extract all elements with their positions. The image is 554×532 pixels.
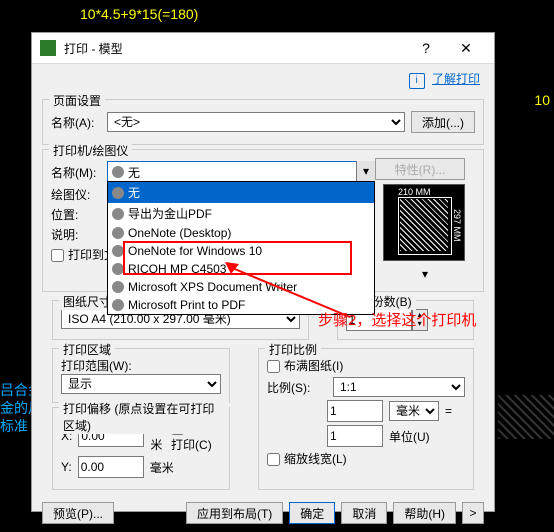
printer-option[interactable]: Microsoft Print to PDF: [108, 296, 374, 314]
y-label: Y:: [61, 460, 72, 474]
preview-height: 297 MM: [452, 209, 462, 242]
preview-width: 210 MM: [398, 187, 431, 197]
info-icon: i: [409, 73, 425, 89]
printer-icon: [112, 245, 124, 257]
chevron-down-icon[interactable]: ▾: [356, 161, 375, 181]
bg-t3: 标准: [0, 416, 28, 436]
preview-button[interactable]: 预览(P)...: [42, 502, 114, 524]
scale-lineweight[interactable]: 缩放线宽(L): [267, 452, 347, 466]
range-label: 打印范围(W):: [61, 357, 221, 374]
y-unit: 毫米: [150, 459, 174, 476]
location-label: 位置:: [51, 206, 101, 223]
cancel-button[interactable]: 取消: [341, 502, 387, 524]
scale-group: 打印比例 布满图纸(I) 比例(S):1:1 毫米= 单位(U) 缩放线宽(L): [258, 348, 474, 490]
expand-button[interactable]: >: [462, 502, 484, 524]
help-button[interactable]: ?: [406, 34, 446, 62]
printer-icon: [112, 208, 124, 220]
page-setup-title: 页面设置: [49, 92, 105, 109]
printer-option[interactable]: 导出为金山PDF: [108, 203, 374, 224]
bg-hatch: [498, 395, 554, 439]
printer-option[interactable]: OneNote for Windows 10: [108, 242, 374, 260]
offset-title: 打印偏移 (原点设置在可打印区域): [59, 400, 229, 434]
printer-select[interactable]: 无 ▾ 无 导出为金山PDF OneNote (Desktop) OneNote…: [107, 161, 375, 183]
help-button-bottom[interactable]: 帮助(H): [393, 502, 456, 524]
print-range-select[interactable]: 显示: [61, 374, 221, 394]
print-area-group: 打印区域 打印范围(W): 显示: [52, 348, 230, 403]
unit2: 单位(U): [389, 428, 430, 445]
offset-group: 打印偏移 (原点设置在可打印区域) X: 毫米 居中打印(C) Y: 毫米: [52, 407, 230, 490]
page-name-select[interactable]: <无>: [107, 112, 405, 132]
button-bar: 预览(P)... 应用到布局(T) 确定 取消 帮助(H) >: [32, 494, 494, 532]
ok-button[interactable]: 确定: [289, 502, 335, 524]
equals: =: [445, 404, 452, 418]
chevron-down-icon[interactable]: ▾: [422, 267, 428, 281]
ratio-select[interactable]: 1:1: [333, 377, 465, 397]
printer-icon: [112, 227, 124, 239]
app-icon: [40, 40, 56, 56]
page-setup-group: 页面设置 名称(A): <无> 添加(...): [42, 99, 484, 145]
close-button[interactable]: ✕: [446, 34, 486, 62]
printer-group: 打印机/绘图仪 名称(M): 无 ▾ 无 导出为金山PDF OneNote (D…: [42, 149, 484, 292]
plotter-label: 绘图仪:: [51, 186, 101, 203]
printer-option[interactable]: OneNote (Desktop): [108, 224, 374, 242]
bg-num: 10: [534, 92, 550, 108]
bg-formula: 10*4.5+9*15(=180): [80, 6, 198, 22]
printer-option[interactable]: Microsoft XPS Document Writer: [108, 278, 374, 296]
printer-icon: [112, 187, 124, 199]
print-dialog: 打印 - 模型 ? ✕ i 了解打印 页面设置 名称(A): <无> 添加(..…: [31, 32, 495, 512]
printer-option[interactable]: 无: [108, 182, 374, 203]
apply-button[interactable]: 应用到布局(T): [186, 502, 283, 524]
printer-selected: 无: [128, 164, 140, 181]
page-name-label: 名称(A):: [51, 114, 101, 131]
printer-dropdown-list: 无 导出为金山PDF OneNote (Desktop) OneNote for…: [107, 181, 375, 315]
fit-to-paper[interactable]: 布满图纸(I): [267, 359, 343, 373]
printer-icon: [112, 299, 124, 311]
printer-option[interactable]: RICOH MP C4503: [108, 260, 374, 278]
titlebar: 打印 - 模型 ? ✕: [32, 33, 494, 64]
ratio-label: 比例(S):: [267, 379, 327, 396]
add-button[interactable]: 添加(...): [411, 111, 475, 133]
help-link-row: i 了解打印: [32, 64, 494, 95]
desc-label: 说明:: [51, 226, 101, 243]
area-title: 打印区域: [59, 341, 115, 358]
properties-button[interactable]: 特性(R)...: [375, 158, 465, 180]
dialog-title: 打印 - 模型: [64, 40, 406, 57]
learn-print-link[interactable]: 了解打印: [432, 72, 480, 86]
scale-title: 打印比例: [265, 341, 321, 358]
printer-name-label: 名称(M):: [51, 164, 101, 181]
scale-v2[interactable]: [327, 425, 383, 447]
printer-icon: [112, 166, 124, 178]
y-input[interactable]: [78, 456, 144, 478]
printer-icon: [112, 263, 124, 275]
printer-icon: [112, 281, 124, 293]
scale-v1[interactable]: [327, 400, 383, 422]
printer-title: 打印机/绘图仪: [49, 142, 132, 159]
paper-preview: 210 MM 297 MM: [383, 184, 465, 261]
unit1-select[interactable]: 毫米: [389, 401, 439, 421]
